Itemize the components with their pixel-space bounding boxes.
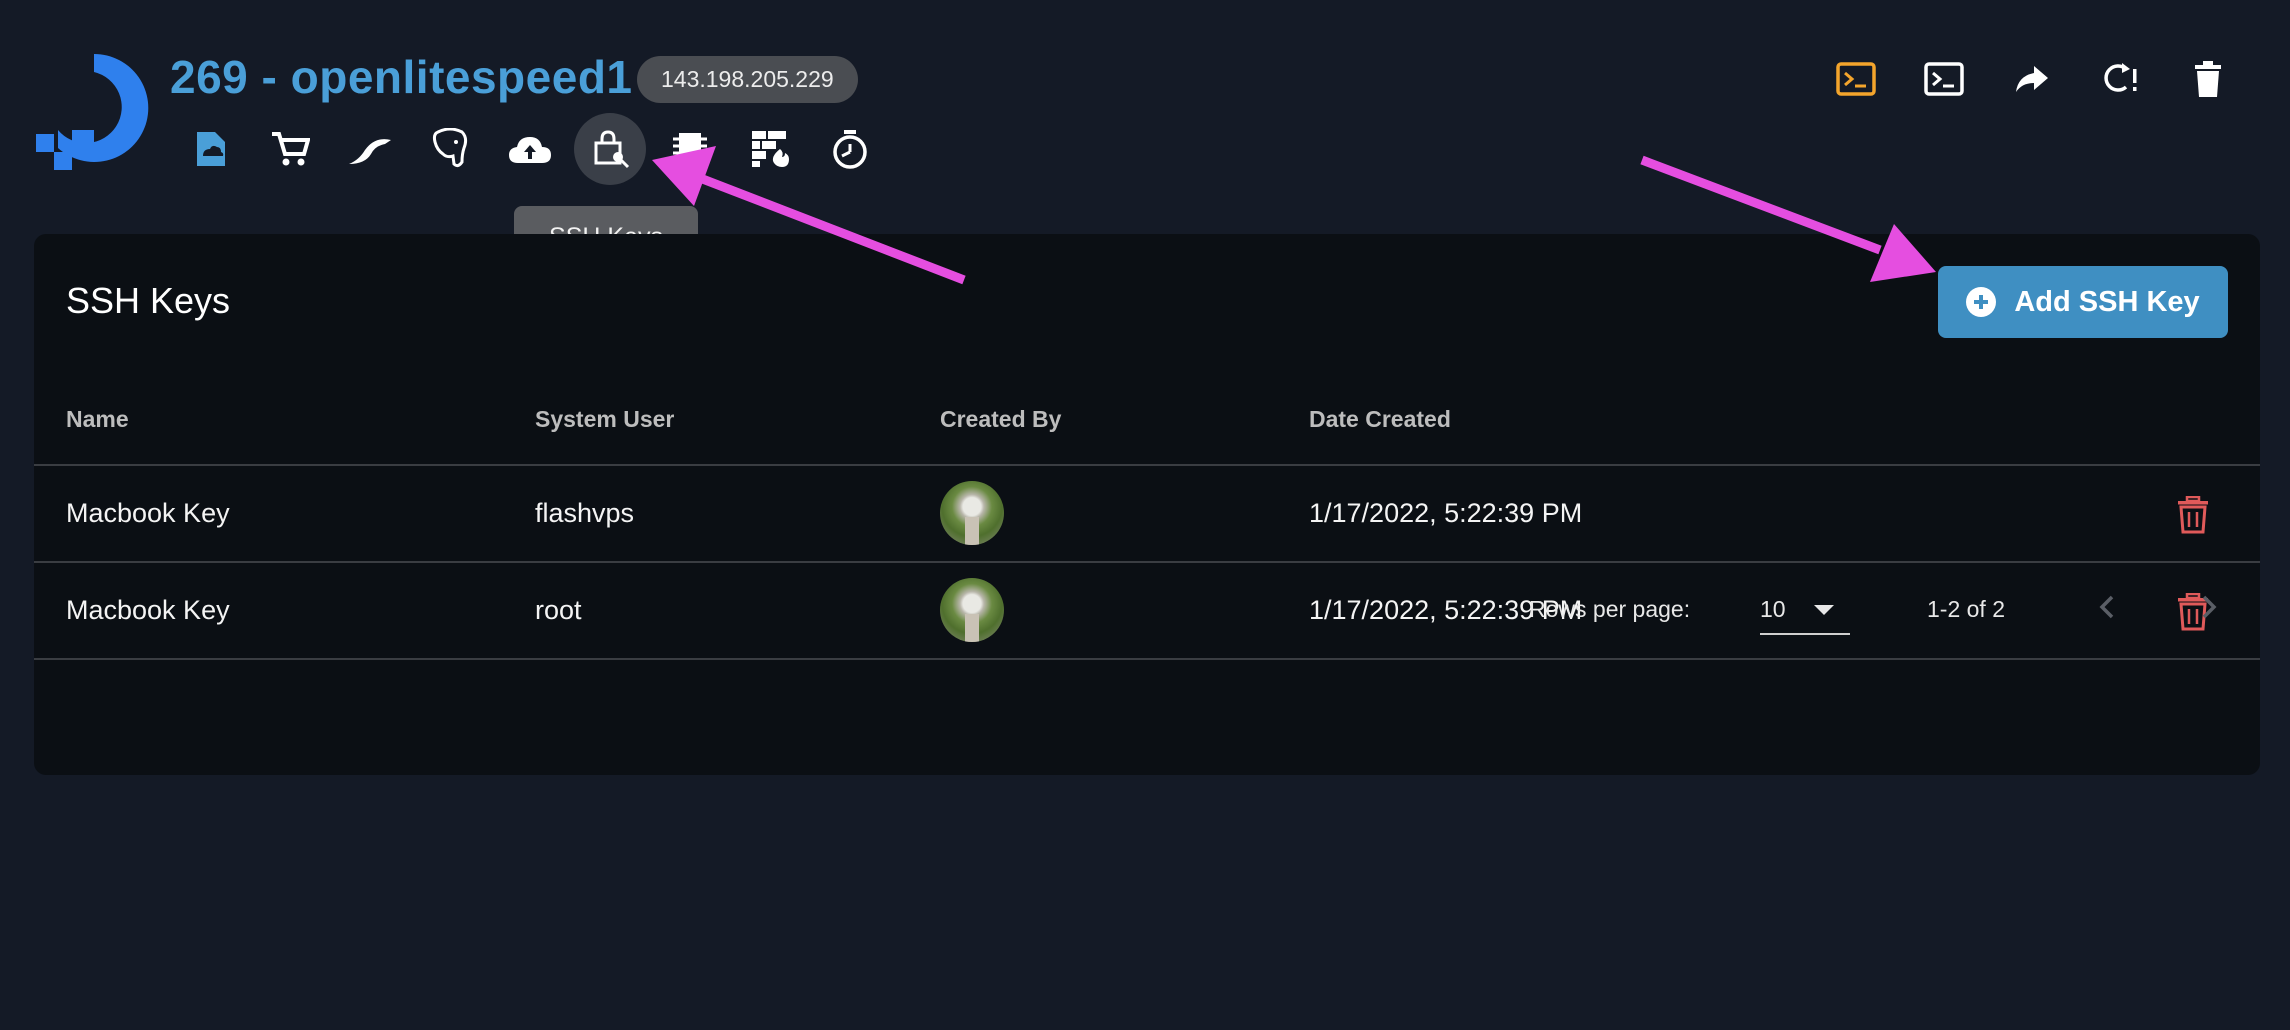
ssh-keys-card: SSH Keys Add SSH Key Name System User Cr… (34, 234, 2260, 775)
mysql-icon[interactable] (330, 113, 410, 185)
card-title: SSH Keys (66, 280, 231, 321)
rows-per-page-value: 10 (1760, 596, 1786, 622)
firewall-icon[interactable] (730, 113, 810, 185)
cloud-storage-icon[interactable] (170, 113, 250, 185)
share-icon[interactable] (1988, 48, 2076, 110)
server-ssh-keys-page: 269 - openlitespeed1 143.198.205.229 SSH… (0, 0, 2290, 1030)
server-title: 269 - openlitespeed1 (170, 51, 633, 103)
terminal-orange-icon[interactable] (1812, 48, 1900, 110)
table-header: Name System User Created By Date Created (34, 374, 2260, 466)
cloud-upload-icon[interactable] (490, 113, 570, 185)
column-created-by[interactable]: Created By (940, 406, 1061, 433)
rows-per-page-label: Rows per page: (1529, 596, 1691, 622)
add-ssh-key-button[interactable]: Add SSH Key (1938, 266, 2228, 338)
restart-icon[interactable] (2076, 48, 2164, 110)
ip-address-badge[interactable]: 143.198.205.229 (637, 56, 858, 103)
date-created: 1/17/2022, 5:22:39 PM (1309, 498, 1583, 528)
column-system-user[interactable]: System User (535, 406, 674, 433)
add-ssh-key-label: Add SSH Key (2014, 285, 2200, 318)
chevron-right-icon[interactable] (2190, 589, 2226, 625)
memory-icon[interactable] (650, 113, 730, 185)
backup-timer-icon[interactable] (810, 113, 890, 185)
delete-key-icon[interactable] (2176, 496, 2210, 534)
ssh-keys-icon[interactable] (570, 113, 650, 185)
column-date-created[interactable]: Date Created (1309, 406, 1451, 433)
pagination-range: 1-2 of 2 (1927, 596, 2005, 622)
cart-icon[interactable] (250, 113, 330, 185)
terminal-icon[interactable] (1900, 48, 1988, 110)
caret-down-icon (1814, 605, 1834, 615)
chevron-left-icon[interactable] (2090, 589, 2126, 625)
postgres-icon[interactable] (410, 113, 490, 185)
delete-icon[interactable] (2164, 48, 2252, 110)
creator-avatar (940, 481, 1004, 545)
table-row: Macbook Key flashvps 1/17/2022, 5:22:39 … (34, 466, 2260, 563)
digitalocean-logo-icon[interactable] (32, 46, 156, 170)
plus-circle-icon (1966, 287, 1997, 317)
key-name: Macbook Key (66, 498, 230, 528)
column-name[interactable]: Name (66, 406, 129, 433)
system-user: flashvps (535, 498, 635, 528)
server-actions (1812, 48, 2252, 110)
rows-per-page-select[interactable]: 10 (1760, 583, 1850, 635)
server-toolbar (170, 113, 890, 185)
table-pagination: Rows per page: 10 1-2 of 2 (34, 559, 2260, 659)
